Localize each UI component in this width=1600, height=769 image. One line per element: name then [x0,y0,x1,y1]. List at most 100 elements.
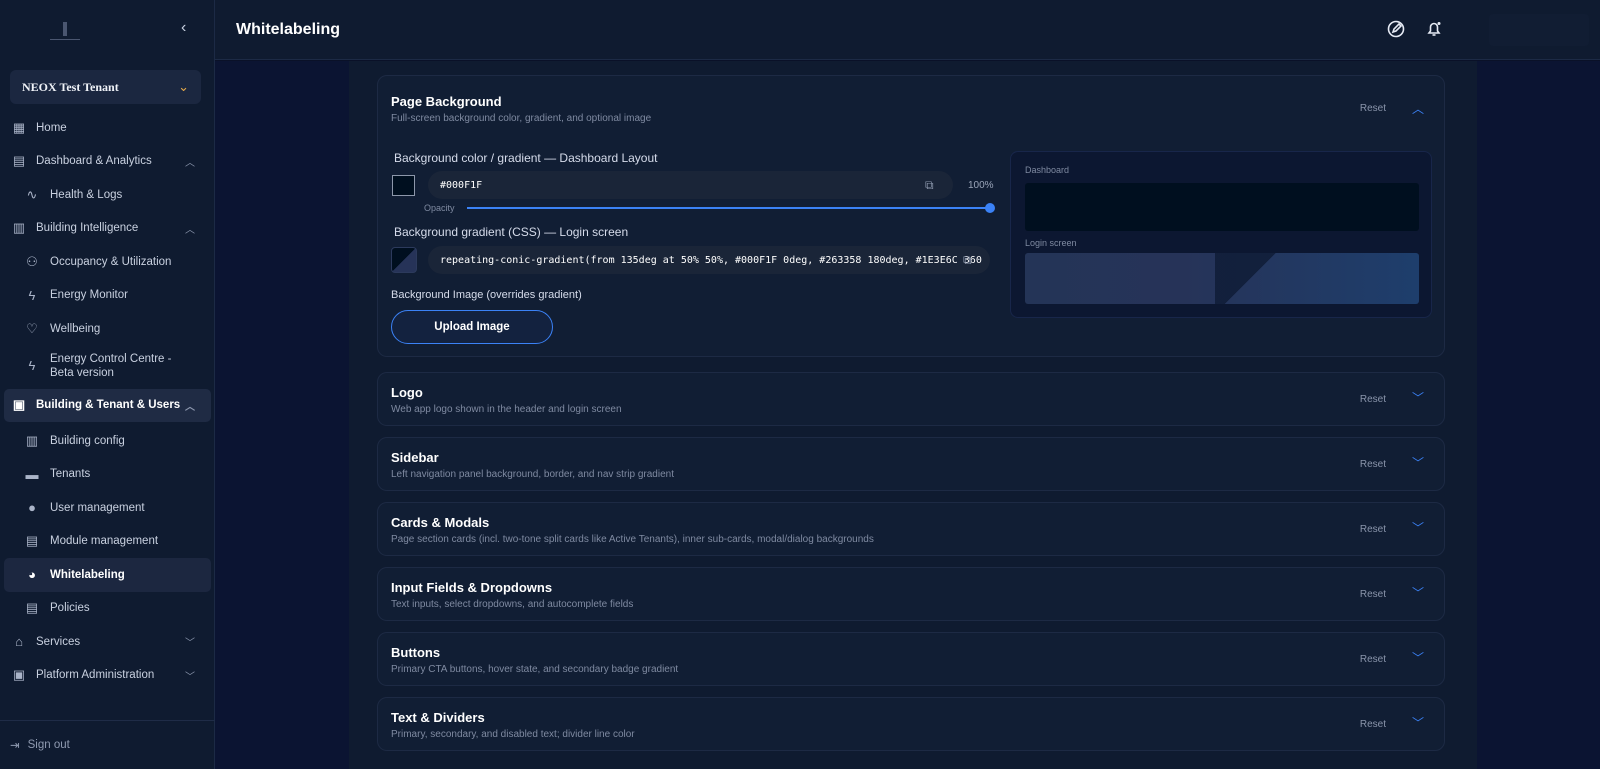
sidebar-item-tenants[interactable]: ▬ Tenants [0,458,215,492]
user-menu[interactable] [1489,14,1589,46]
chevron-up-icon[interactable]: ︿ [1412,100,1424,117]
app: ‹ NEOX Test Tenant ⌄ ▦ Home ▤ Dashboard … [0,0,1600,769]
upload-image-button[interactable]: Upload Image [391,310,553,344]
chevron-down-icon: ⌄ [178,79,189,94]
sidebar: ‹ NEOX Test Tenant ⌄ ▦ Home ▤ Dashboard … [0,0,215,769]
chevron-down-icon[interactable]: ﹀ [1412,389,1424,406]
chevron-up-icon: ︿ [185,157,195,169]
reset-button[interactable]: Reset [1360,654,1386,665]
sidebar-item-energy-monitor[interactable]: ϟ Energy Monitor [0,279,215,313]
sidebar-item-user-management[interactable]: ● User management [0,491,215,525]
chevron-up-icon: ︿ [185,224,195,236]
section-title: Input Fields & Dropdowns [391,580,553,595]
section-description: Primary CTA buttons, hover state, and se… [391,664,679,675]
dashboard-icon: ▤ [12,153,26,169]
reset-button[interactable]: Reset [1360,459,1386,470]
reset-button[interactable]: Reset [1360,589,1386,600]
page-title: Whitelabeling [236,21,340,38]
collapse-icon[interactable]: ‹ [181,20,186,36]
sidebar-item-module-management[interactable]: ▤ Module management [0,525,215,559]
sidebar-item-label: Dashboard & Analytics [36,155,152,168]
color-swatch[interactable] [392,175,415,196]
sidebar-item-building-intelligence[interactable]: ▥ Building Intelligence ︿ [0,212,215,246]
section-sidebar[interactable]: Sidebar Left navigation panel background… [377,437,1445,491]
building-users-icon: ▣ [12,397,26,413]
chevron-down-icon[interactable]: ﹀ [1412,649,1424,666]
sidebar-item-label: Platform Administration [36,669,155,682]
sidebar-item-label: Wellbeing [50,322,101,335]
background-preview: Dashboard Login screen [1010,151,1432,318]
lightning-icon: ϟ [28,287,36,303]
bg-color-input[interactable]: #000F1F [428,171,953,199]
preview-login-label: Login screen [1025,238,1077,248]
gradient-swatch[interactable] [391,247,417,273]
sidebar-item-label-line2: Beta version [50,367,114,379]
section-description: Full-screen background color, gradient, … [391,113,652,124]
sidebar-item-label: Policies [50,602,90,615]
sidebar-item-label: Energy Control Centre - Beta version [50,352,171,380]
policy-icon: ▤ [25,600,39,616]
opacity-slider-thumb[interactable] [985,203,995,213]
sidebar-item-health-logs[interactable]: ∿ Health & Logs [0,178,215,212]
sidebar-item-building-config[interactable]: ▥ Building config [0,424,215,458]
sidebar-item-label: Module management [50,535,159,548]
sidebar-item-label-line1: Energy Control Centre - [50,353,172,365]
sidebar-item-occupancy[interactable]: ⚇ Occupancy & Utilization [0,245,215,279]
section-description: Page section cards (incl. two-tone split… [391,534,874,545]
chevron-down-icon[interactable]: ﹀ [1412,454,1424,471]
building-icon: ▥ [12,220,26,236]
section-description: Web app logo shown in the header and log… [391,404,622,415]
reset-button[interactable]: Reset [1360,103,1386,114]
sidebar-item-whitelabeling[interactable]: ◕ Whitelabeling [4,558,211,592]
sidebar-item-home[interactable]: ▦ Home [0,111,215,145]
sidebar-divider [0,720,215,721]
chevron-down-icon: ﹀ [185,638,195,650]
section-input-fields[interactable]: Input Fields & Dropdowns Text inputs, se… [377,567,1445,621]
section-text-dividers[interactable]: Text & Dividers Primary, secondary, and … [377,697,1445,751]
sidebar-item-label: Services [36,635,81,648]
reset-button[interactable]: Reset [1360,524,1386,535]
copy-icon[interactable]: ⧉ [963,253,972,268]
sidebar-item-platform-administration[interactable]: ▣ Platform Administration ﹀ [0,659,215,693]
bell-icon[interactable] [1423,18,1445,40]
sidebar-item-services[interactable]: ⌂ Services ﹀ [0,625,215,659]
section-buttons[interactable]: Buttons Primary CTA buttons, hover state… [377,632,1445,686]
sidebar-item-label: Whitelabeling [50,568,125,581]
preview-login [1025,253,1419,304]
opacity-slider-track[interactable] [467,207,992,209]
section-title: Cards & Modals [391,515,490,530]
reset-button[interactable]: Reset [1360,394,1386,405]
section-cards-modals[interactable]: Cards & Modals Page section cards (incl.… [377,502,1445,556]
bg-color-label: Background color / gradient — Dashboard … [394,151,658,165]
section-description: Left navigation panel background, border… [391,469,674,480]
chevron-down-icon[interactable]: ﹀ [1412,714,1424,731]
sidebar-item-wellbeing[interactable]: ♡ Wellbeing [0,312,215,346]
tenants-icon: ▬ [25,466,39,482]
section-logo[interactable]: Logo Web app logo shown in the header an… [377,372,1445,426]
gradient-input[interactable]: repeating-conic-gradient(from 135deg at … [428,246,990,274]
sidebar-item-policies[interactable]: ▤ Policies [0,592,215,626]
edit-icon[interactable] [1385,18,1407,40]
building-icon: ▥ [25,432,39,448]
tenant-selector[interactable]: NEOX Test Tenant ⌄ [10,70,201,104]
gradient-label: Background gradient (CSS) — Login screen [394,225,629,239]
sidebar-item-label: Occupancy & Utilization [50,255,172,268]
users-icon: ⚇ [26,253,38,269]
chevron-down-icon[interactable]: ﹀ [1412,584,1424,601]
services-icon: ⌂ [15,634,23,650]
pulse-icon: ∿ [26,186,38,202]
brand-logo [50,18,80,40]
reset-button[interactable]: Reset [1360,719,1386,730]
sidebar-item-dashboard-analytics[interactable]: ▤ Dashboard & Analytics ︿ [0,145,215,179]
copy-icon[interactable]: ⧉ [925,178,934,193]
user-icon: ● [28,500,36,516]
sidebar-item-building-tenant-users[interactable]: ▣ Building & Tenant & Users ︿ [4,388,211,422]
sidebar-item-label: Tenants [50,468,91,481]
admin-icon: ▣ [12,667,26,683]
palette-icon: ◕ [28,567,36,583]
sign-out-button[interactable]: ⇥ Sign out [10,738,70,752]
chevron-down-icon[interactable]: ﹀ [1412,519,1424,536]
sidebar-item-energy-control-centre[interactable]: ϟ Energy Control Centre - Beta version [0,346,215,387]
section-title: Logo [391,385,423,400]
home-icon: ▦ [12,119,26,135]
